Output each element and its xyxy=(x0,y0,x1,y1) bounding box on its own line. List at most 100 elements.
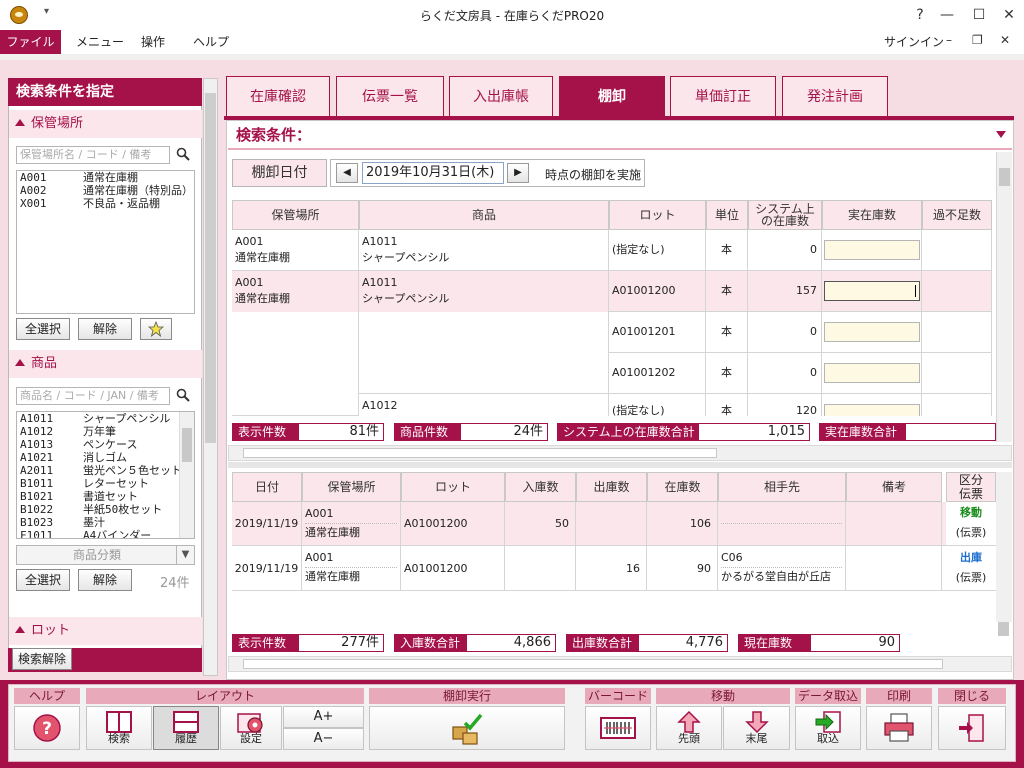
col-kind-slip[interactable]: 区分 伝票 xyxy=(946,472,996,502)
cell-difference[interactable] xyxy=(922,271,992,312)
cell-slip-link[interactable]: (伝票) xyxy=(946,523,996,543)
font-size-up-button[interactable]: A+ xyxy=(283,706,364,728)
list-item[interactable]: X001 不良品・返品棚 xyxy=(17,197,194,210)
cell-unit[interactable]: 本 xyxy=(706,353,748,394)
tab-slip-list[interactable]: 伝票一覧 xyxy=(336,76,444,116)
cell-kind-slip[interactable]: 出庫 (伝票) xyxy=(946,546,996,591)
table-row[interactable]: A001 通常在庫棚 xyxy=(232,230,359,271)
cell-difference[interactable] xyxy=(922,312,992,353)
cell-lot[interactable]: A01001202 xyxy=(609,353,706,394)
font-size-down-button[interactable]: A− xyxy=(283,728,364,750)
menu-file[interactable]: ファイル xyxy=(0,30,61,54)
search-icon[interactable] xyxy=(176,147,190,161)
condition-collapse-icon[interactable] xyxy=(996,131,1006,138)
product-section-header[interactable]: 商品 xyxy=(9,350,202,378)
tab-inventory[interactable]: 棚卸 xyxy=(559,76,665,116)
tab-in-out-book[interactable]: 入出庫帳 xyxy=(449,76,553,116)
cell-difference[interactable] xyxy=(922,353,992,394)
cell-system-stock[interactable]: 0 xyxy=(748,230,822,271)
col-partner[interactable]: 相手先 xyxy=(718,472,846,502)
actual-stock-input[interactable] xyxy=(824,404,920,416)
product-search-input[interactable]: 商品名 / コード / JAN / 備考 xyxy=(16,387,170,405)
menu-operation[interactable]: 操作 xyxy=(131,30,175,54)
lot-section-header[interactable]: ロット xyxy=(9,617,202,645)
cell-system-stock[interactable]: 120 xyxy=(748,394,822,416)
doc-restore-button[interactable]: ❐ xyxy=(972,33,983,47)
cell-lot[interactable]: (指定なし) xyxy=(609,394,706,416)
doc-close-button[interactable]: ✕ xyxy=(1000,33,1010,47)
col-out-qty[interactable]: 出庫数 xyxy=(576,472,647,502)
list-item[interactable]: A001 通常在庫棚 xyxy=(17,171,194,184)
import-button[interactable]: 取込 xyxy=(795,706,861,750)
list-item[interactable]: A1013 ペンケース xyxy=(17,438,194,451)
doc-minimize-button[interactable]: – xyxy=(946,33,952,47)
actual-stock-input[interactable] xyxy=(824,363,920,383)
signin-link[interactable]: サインイン xyxy=(884,33,944,50)
cell-difference[interactable] xyxy=(922,394,992,416)
menu-help[interactable]: ヘルプ xyxy=(183,30,239,54)
date-prev-button[interactable]: ◀ xyxy=(336,163,358,183)
cell-difference[interactable] xyxy=(922,230,992,271)
col-actual-stock[interactable]: 実在庫数 xyxy=(822,200,922,230)
product-list[interactable]: A1011 シャープペンシル A1012 万年筆 A1013 ペンケース A1021 消… xyxy=(16,411,195,539)
col-lot[interactable]: ロット xyxy=(401,472,505,502)
cell-slip-link[interactable]: (伝票) xyxy=(946,568,996,588)
cell-lot[interactable]: A01001201 xyxy=(609,312,706,353)
cell-system-stock[interactable]: 0 xyxy=(748,353,822,394)
help-button[interactable]: ? xyxy=(14,706,80,750)
layout-settings-button[interactable]: 設定 xyxy=(220,706,282,750)
cell-unit[interactable]: 本 xyxy=(706,312,748,353)
cell-product[interactable]: A1011 シャープペンシル xyxy=(359,271,609,312)
col-product[interactable]: 商品 xyxy=(359,200,609,230)
list-item[interactable]: F1011 A4バインダー xyxy=(17,529,194,538)
col-in-qty[interactable]: 入庫数 xyxy=(505,472,576,502)
cell-actual-stock[interactable] xyxy=(822,271,922,312)
tab-price-correction[interactable]: 単価訂正 xyxy=(670,76,776,116)
product-list-scrollbar[interactable] xyxy=(179,412,194,538)
history-grid-hscroll[interactable] xyxy=(228,656,1012,672)
cell-unit[interactable]: 本 xyxy=(706,230,748,271)
list-item[interactable]: B1023 墨汁 xyxy=(17,516,194,529)
location-select-all-button[interactable]: 全選択 xyxy=(16,318,70,340)
pane-splitter[interactable] xyxy=(228,462,1012,468)
col-location[interactable]: 保管場所 xyxy=(302,472,401,502)
close-button[interactable] xyxy=(938,706,1006,750)
col-unit[interactable]: 単位 xyxy=(706,200,748,230)
cell-actual-stock[interactable] xyxy=(822,230,922,271)
list-item[interactable]: A2011 蛍光ペン５色セット xyxy=(17,464,194,477)
actual-stock-input[interactable] xyxy=(824,281,920,301)
col-stock-qty[interactable]: 在庫数 xyxy=(647,472,718,502)
col-system-stock[interactable]: システム上の在庫数 xyxy=(748,200,822,230)
inventory-grid-hscroll[interactable] xyxy=(228,445,1012,461)
cell-lot[interactable]: (指定なし) xyxy=(609,230,706,271)
list-item[interactable]: A1012 万年筆 xyxy=(17,425,194,438)
cell-product-code[interactable]: A1012 xyxy=(359,394,609,416)
cell-product[interactable]: A1011 シャープペンシル xyxy=(359,230,609,271)
tab-order-plan[interactable]: 発注計画 xyxy=(782,76,888,116)
list-item[interactable]: A002 通常在庫棚（特別品） xyxy=(17,184,194,197)
list-item[interactable]: B1011 レターセット xyxy=(17,477,194,490)
layout-search-button[interactable]: 検索 xyxy=(86,706,152,750)
window-help-button[interactable]: ? xyxy=(905,4,935,26)
cell-system-stock[interactable]: 157 xyxy=(748,271,822,312)
inventory-date-input[interactable]: 2019年10月31日(木) xyxy=(362,162,504,184)
list-item[interactable]: B1022 半紙50枚セット xyxy=(17,503,194,516)
cell-actual-stock[interactable] xyxy=(822,353,922,394)
cell-actual-stock[interactable] xyxy=(822,312,922,353)
location-clear-button[interactable]: 解除 xyxy=(78,318,132,340)
date-next-button[interactable]: ▶ xyxy=(507,163,529,183)
col-difference[interactable]: 過不足数 xyxy=(922,200,992,230)
window-close-button[interactable]: ✕ xyxy=(994,4,1024,26)
window-minimize-button[interactable]: — xyxy=(932,4,962,26)
favorite-star-button[interactable] xyxy=(140,318,172,340)
location-section-header[interactable]: 保管場所 xyxy=(9,110,202,138)
location-search-input[interactable]: 保管場所名 / コード / 備考 xyxy=(16,146,170,164)
history-grid-vscroll[interactable] xyxy=(996,472,1012,636)
print-button[interactable] xyxy=(866,706,932,750)
location-list[interactable]: A001 通常在庫棚 A002 通常在庫棚（特別品） X001 不良品・返品棚 xyxy=(16,170,195,314)
barcode-button[interactable] xyxy=(585,706,651,750)
search-icon[interactable] xyxy=(176,388,190,402)
layout-history-button[interactable]: 履歴 xyxy=(153,706,219,750)
inventory-grid-vscroll[interactable] xyxy=(996,152,1012,442)
menu-menu[interactable]: メニュー xyxy=(66,30,134,54)
